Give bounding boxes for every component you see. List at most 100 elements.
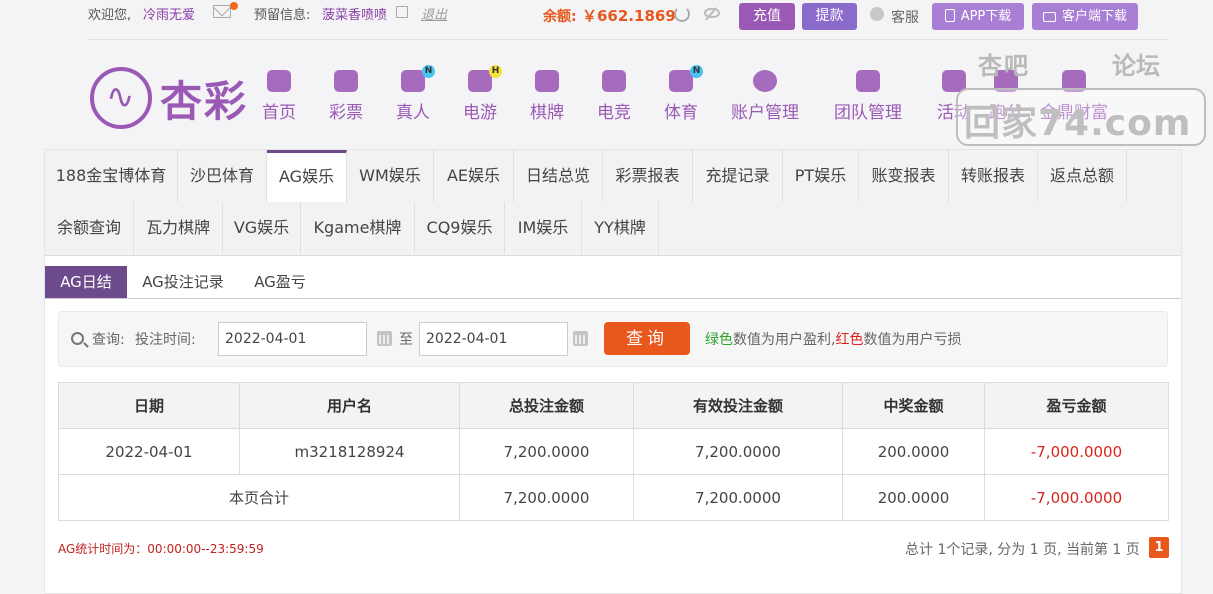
cell-total-winnings: 200.0000 bbox=[842, 474, 985, 521]
username-link[interactable]: 冷雨无爱 bbox=[143, 4, 195, 23]
tab-im[interactable]: IM娱乐 bbox=[505, 202, 582, 254]
edit-icon[interactable] bbox=[396, 6, 408, 18]
watermark: 杏吧 论坛 回家74.com bbox=[952, 46, 1210, 148]
report-tabs: 188金宝博体育 沙巴体育 AG娱乐 WM娱乐 AE娱乐 日结总览 彩票报表 充… bbox=[45, 150, 1181, 256]
cell-winnings: 200.0000 bbox=[842, 428, 985, 475]
tab-kgame[interactable]: Kgame棋牌 bbox=[301, 202, 415, 254]
lottery-ticket-icon bbox=[334, 70, 358, 92]
balance-label: 余额: bbox=[543, 9, 577, 25]
esports-controller-icon bbox=[602, 70, 626, 92]
query-label: 查询: bbox=[92, 332, 125, 348]
col-winnings: 中奖金额 bbox=[842, 382, 985, 429]
tab-188-sports[interactable]: 188金宝博体育 bbox=[45, 150, 178, 202]
tab-ag[interactable]: AG娱乐 bbox=[267, 150, 347, 202]
hide-balance-icon[interactable] bbox=[704, 8, 720, 18]
calendar-icon[interactable] bbox=[573, 331, 588, 346]
cell-profit-loss: -7,000.0000 bbox=[984, 428, 1169, 475]
mail-icon[interactable] bbox=[213, 5, 231, 18]
client-download-button[interactable]: 客户端下载 bbox=[1032, 3, 1138, 30]
nav-esports[interactable]: 电竞 bbox=[597, 70, 631, 123]
tab-rebate-total[interactable]: 返点总额 bbox=[1038, 150, 1127, 202]
table-header-row: 日期 用户名 总投注金额 有效投注金额 中奖金额 盈亏金额 bbox=[58, 382, 1169, 429]
reserve-info-value: 菠菜香喷喷 bbox=[322, 8, 388, 23]
tab-ae[interactable]: AE娱乐 bbox=[434, 150, 514, 202]
calendar-icon[interactable] bbox=[377, 331, 392, 346]
legend-mid: 数值为用户盈利, bbox=[733, 332, 836, 348]
customer-service-icon[interactable] bbox=[870, 7, 884, 21]
report-table: 日期 用户名 总投注金额 有效投注金额 中奖金额 盈亏金额 2022-04-01… bbox=[58, 382, 1169, 521]
tab-daily-overview[interactable]: 日结总览 bbox=[514, 150, 603, 202]
top-bar: 欢迎您, 冷雨无爱 预留信息: 菠菜香喷喷 退出 余额: ￥662.1869 充… bbox=[0, 0, 1213, 30]
report-panel: 188金宝博体育 沙巴体育 AG娱乐 WM娱乐 AE娱乐 日结总览 彩票报表 充… bbox=[44, 149, 1182, 594]
phone-icon bbox=[944, 9, 955, 22]
hot-badge: H bbox=[489, 65, 502, 78]
subtab-ag-daily[interactable]: AG日结 bbox=[45, 266, 127, 298]
legend-red: 红色 bbox=[835, 332, 864, 348]
tab-vg[interactable]: VG娱乐 bbox=[223, 202, 301, 254]
recharge-button[interactable]: 充值 bbox=[739, 3, 795, 30]
unread-dot bbox=[230, 2, 238, 10]
cell-total-bet: 7,200.0000 bbox=[459, 474, 634, 521]
new-badge: N bbox=[690, 65, 703, 78]
reserve-info-label: 预留信息: bbox=[254, 8, 311, 23]
stat-time-note: AG统计时间为：00:00:00--23:59:59 bbox=[58, 542, 264, 556]
table-total-row: 本页合计 7,200.0000 7,200.0000 200.0000 -7,0… bbox=[58, 474, 1169, 521]
col-total-bet: 总投注金额 bbox=[459, 382, 634, 429]
client-download-label: 客户端下载 bbox=[1061, 9, 1127, 24]
divider bbox=[88, 39, 1168, 40]
pager-current-page[interactable]: 1 bbox=[1149, 537, 1169, 558]
col-valid-bet: 有效投注金额 bbox=[633, 382, 843, 429]
nav-slots[interactable]: H 电游 bbox=[463, 65, 502, 123]
search-icon bbox=[71, 332, 84, 345]
subtab-ag-profit[interactable]: AG盈亏 bbox=[241, 266, 319, 298]
tab-pt[interactable]: PT娱乐 bbox=[783, 150, 859, 202]
nav-live[interactable]: N 真人 bbox=[396, 65, 435, 123]
app-download-label: APP下载 bbox=[960, 9, 1012, 24]
refresh-icon[interactable] bbox=[674, 6, 690, 22]
gamepad-icon: H bbox=[468, 65, 502, 92]
cell-total-profit-loss: -7,000.0000 bbox=[984, 474, 1169, 521]
tab-cq9[interactable]: CQ9娱乐 bbox=[415, 202, 505, 254]
tab-balance-change[interactable]: 账变报表 bbox=[859, 150, 949, 202]
col-date: 日期 bbox=[58, 382, 240, 429]
tab-lottery-report[interactable]: 彩票报表 bbox=[603, 150, 693, 202]
dealer-icon: N bbox=[401, 65, 435, 92]
team-icon bbox=[856, 70, 880, 92]
watermark-text-1: 杏吧 bbox=[978, 52, 1030, 80]
legend-end: 数值为用户亏损 bbox=[863, 332, 962, 348]
withdraw-button[interactable]: 提款 bbox=[802, 3, 857, 30]
tab-yy-cards[interactable]: YY棋牌 bbox=[582, 202, 659, 254]
bet-time-label: 投注时间: bbox=[135, 332, 196, 348]
app-download-button[interactable]: APP下载 bbox=[932, 3, 1024, 30]
nav-team[interactable]: 团队管理 bbox=[834, 70, 902, 123]
cell-valid-bet: 7,200.0000 bbox=[633, 428, 843, 475]
nav-cards[interactable]: 棋牌 bbox=[530, 70, 564, 123]
start-date-input[interactable] bbox=[218, 322, 367, 356]
tab-wali-cards[interactable]: 瓦力棋牌 bbox=[134, 202, 223, 254]
customer-service-label[interactable]: 客服 bbox=[891, 7, 919, 27]
watermark-text-3: 回家74.com bbox=[964, 103, 1192, 144]
tab-wm[interactable]: WM娱乐 bbox=[347, 150, 434, 202]
query-filter: 查询: 投注时间: 至 查询 绿色数值为用户盈利,红色数值为用户亏损 bbox=[58, 311, 1168, 367]
cell-total-label: 本页合计 bbox=[58, 474, 460, 521]
tab-transfer-report[interactable]: 转账报表 bbox=[949, 150, 1038, 202]
pager-info: 总计 1个记录, 分为 1 页, 当前第 1 页 bbox=[905, 542, 1140, 558]
logo-text[interactable]: 杏彩 bbox=[160, 68, 248, 129]
logo-icon[interactable] bbox=[90, 67, 152, 129]
monitor-icon bbox=[1042, 12, 1056, 22]
tab-deposit-records[interactable]: 充提记录 bbox=[693, 150, 783, 202]
nav-account[interactable]: 账户管理 bbox=[731, 70, 799, 123]
tab-balance-query[interactable]: 余额查询 bbox=[45, 202, 134, 254]
nav-lottery[interactable]: 彩票 bbox=[329, 70, 363, 123]
cards-icon bbox=[535, 70, 559, 92]
legend-green: 绿色 bbox=[705, 332, 733, 348]
subtab-ag-bets[interactable]: AG投注记录 bbox=[133, 266, 233, 298]
nav-home[interactable]: 首页 bbox=[262, 70, 296, 123]
home-icon bbox=[267, 70, 291, 92]
color-legend: 绿色数值为用户盈利,红色数值为用户亏损 bbox=[705, 329, 961, 349]
logout-link[interactable]: 退出 bbox=[421, 4, 447, 23]
query-button[interactable]: 查询 bbox=[604, 322, 690, 355]
end-date-input[interactable] bbox=[419, 322, 568, 356]
tab-saba-sports[interactable]: 沙巴体育 bbox=[178, 150, 267, 202]
nav-sports[interactable]: N 体育 bbox=[664, 65, 703, 123]
